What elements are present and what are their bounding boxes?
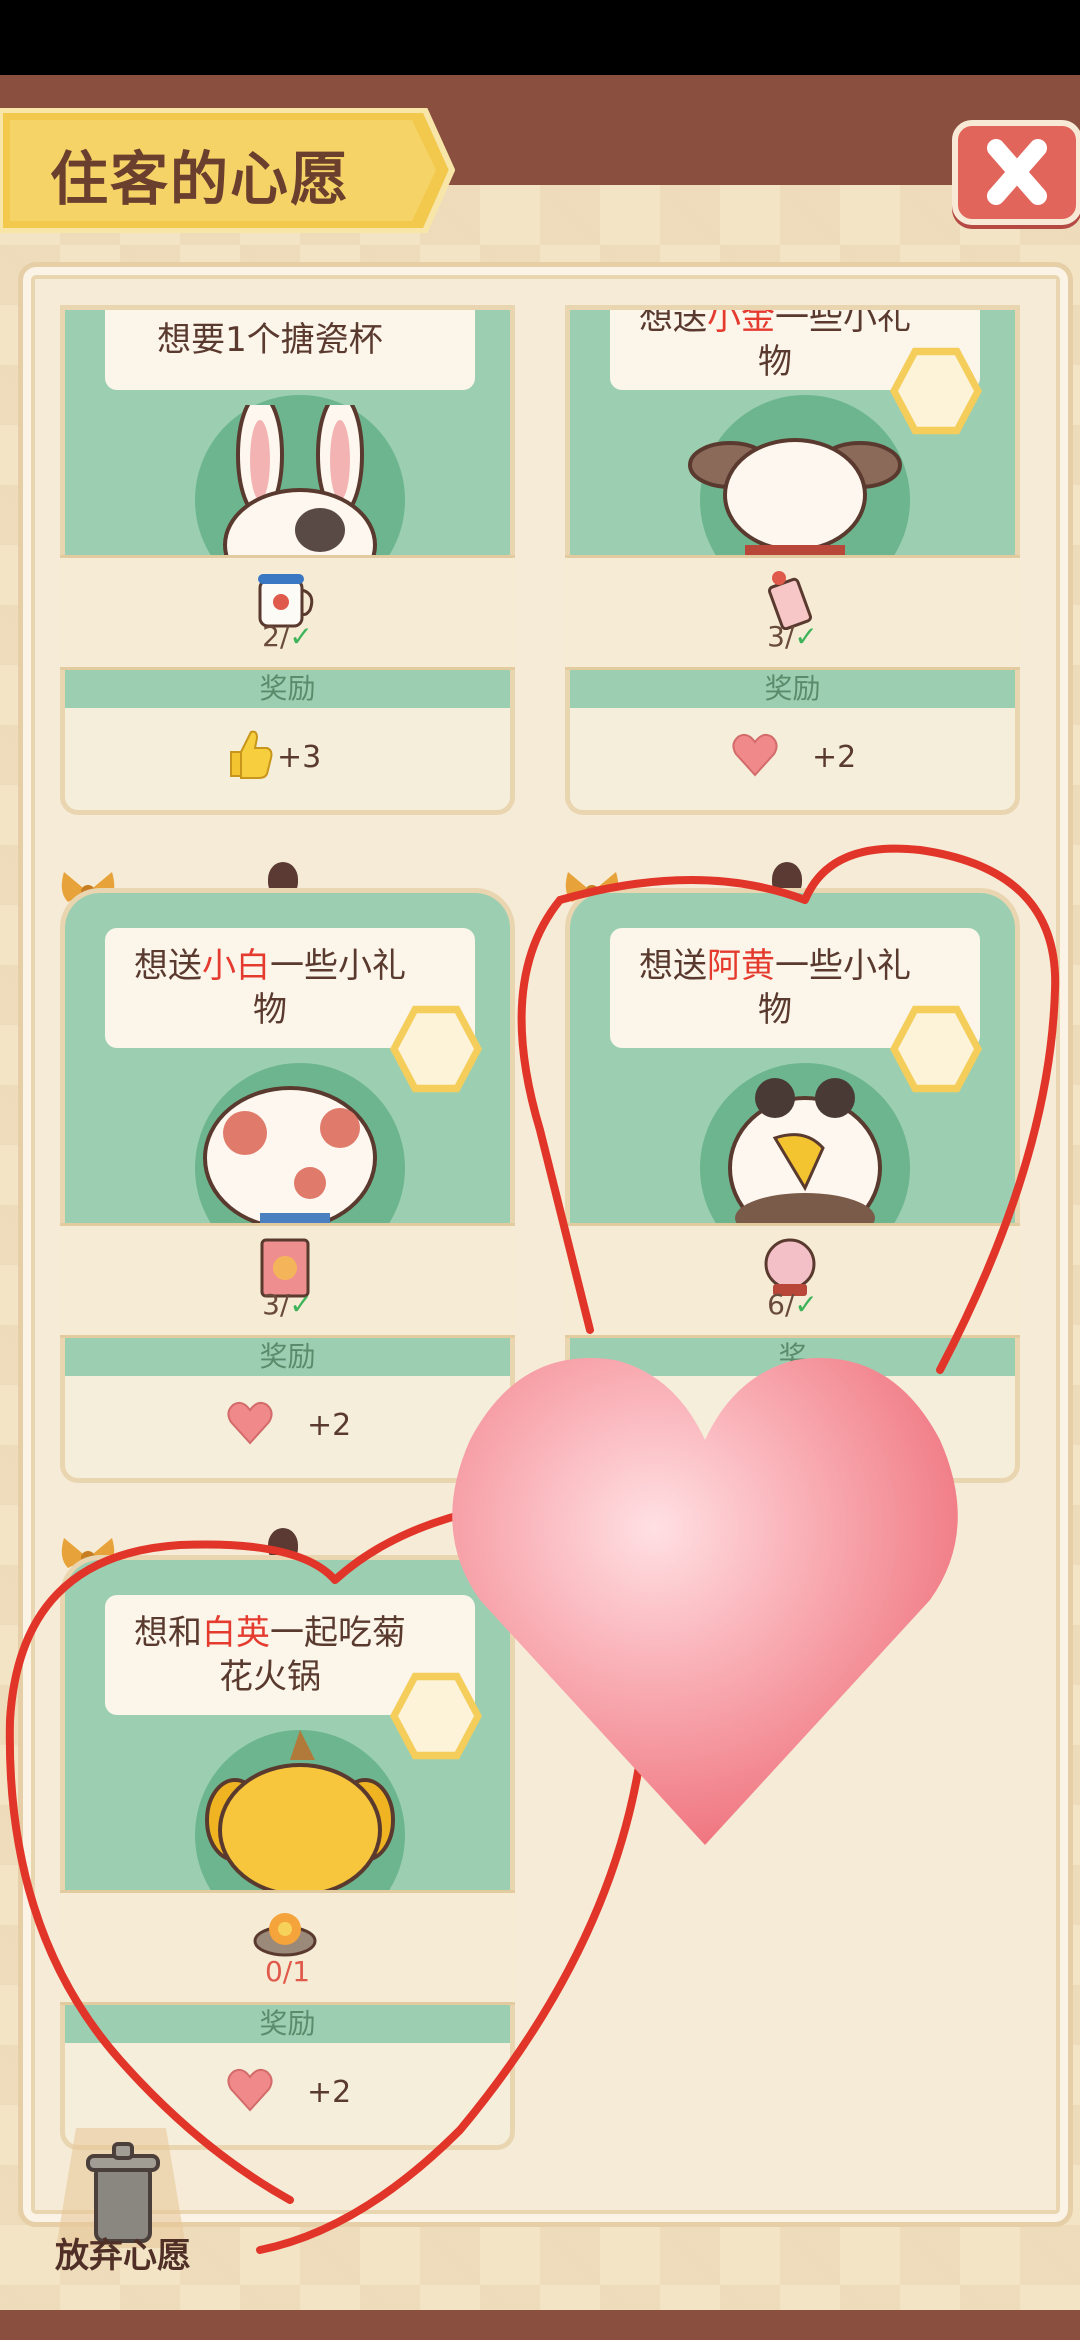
reward-label: 奖励 xyxy=(570,670,1015,708)
heart-icon xyxy=(732,733,778,777)
close-button[interactable] xyxy=(952,120,1080,225)
eagle-character xyxy=(728,1078,882,1223)
item-progress: 3/✓ xyxy=(262,1288,313,1321)
reward-section: 奖励 +2 xyxy=(565,670,1020,815)
reward-label: 奖励 xyxy=(65,1338,510,1376)
item-progress: 0/1 xyxy=(264,1955,311,1988)
wish-card-scene: 想要1个搪瓷杯 xyxy=(60,305,515,555)
reward-amount: +2 xyxy=(307,1408,352,1443)
wish-card[interactable]: 想送阿黄一些小礼物 6/✓ 奖 xyxy=(565,888,1020,1483)
spotted-cat-character xyxy=(203,1086,377,1223)
wish-card-scene: 想送阿黄一些小礼物 xyxy=(565,888,1020,1223)
item-progress: 6/✓ xyxy=(767,1288,818,1321)
required-item: 2/✓ xyxy=(60,555,515,670)
check-icon: ✓ xyxy=(794,1288,818,1321)
page-title: 住客的心愿 xyxy=(50,145,351,213)
check-icon: ✓ xyxy=(289,1288,313,1321)
thumbs-up-icon xyxy=(230,730,273,779)
check-icon: ✓ xyxy=(289,620,313,653)
wish-text: 想要1个搪瓷杯 xyxy=(105,310,475,390)
wish-card-scene: 想送小白一些小礼物 xyxy=(60,888,515,1223)
close-x-icon xyxy=(987,139,1047,205)
status-bar xyxy=(0,0,1080,75)
heart-icon xyxy=(227,1401,273,1445)
reward-label: 奖励 xyxy=(65,2005,510,2043)
dog-character xyxy=(688,438,902,555)
required-item: 0/1 xyxy=(60,1890,515,2005)
heart-icon xyxy=(227,2068,273,2112)
item-progress: 3/✓ xyxy=(767,620,818,653)
wish-card[interactable]: 想要1个搪瓷杯 2/✓ 奖励 +3 xyxy=(60,305,515,815)
reward-label: 奖 xyxy=(570,1338,1015,1376)
rabbit-character xyxy=(223,405,377,555)
wish-card-scene: 想和白英一起吃菊花火锅 xyxy=(60,1555,515,1890)
check-icon: ✓ xyxy=(794,620,818,653)
wish-card-scene: 想送小金一些小礼物 xyxy=(565,305,1020,555)
required-item: 6/✓ xyxy=(565,1223,1020,1338)
reward-amount: +2 xyxy=(307,2075,352,2110)
item-progress: 2/✓ xyxy=(262,620,313,653)
reward-section: 奖 xyxy=(565,1338,1020,1483)
reward-section: 奖励 +2 xyxy=(60,1338,515,1483)
wish-card[interactable]: 想送小金一些小礼物 3/✓ 奖励 +2 xyxy=(565,305,1020,815)
reward-label: 奖励 xyxy=(65,670,510,708)
reward-amount: +3 xyxy=(277,740,322,775)
reward-amount: +2 xyxy=(812,740,857,775)
yellow-dog-character xyxy=(205,1730,395,1890)
required-item: 3/✓ xyxy=(565,555,1020,670)
required-item: 3/✓ xyxy=(60,1223,515,1338)
wish-card[interactable]: 想和白英一起吃菊花火锅 0/1 奖励 +2 xyxy=(60,1555,515,2150)
abandon-wish-button[interactable]: 放弃心愿 xyxy=(55,2228,191,2277)
reward-section: 奖励 +3 xyxy=(60,670,515,815)
wish-card[interactable]: 想送小白一些小礼物 3/✓ 奖励 +2 xyxy=(60,888,515,1483)
